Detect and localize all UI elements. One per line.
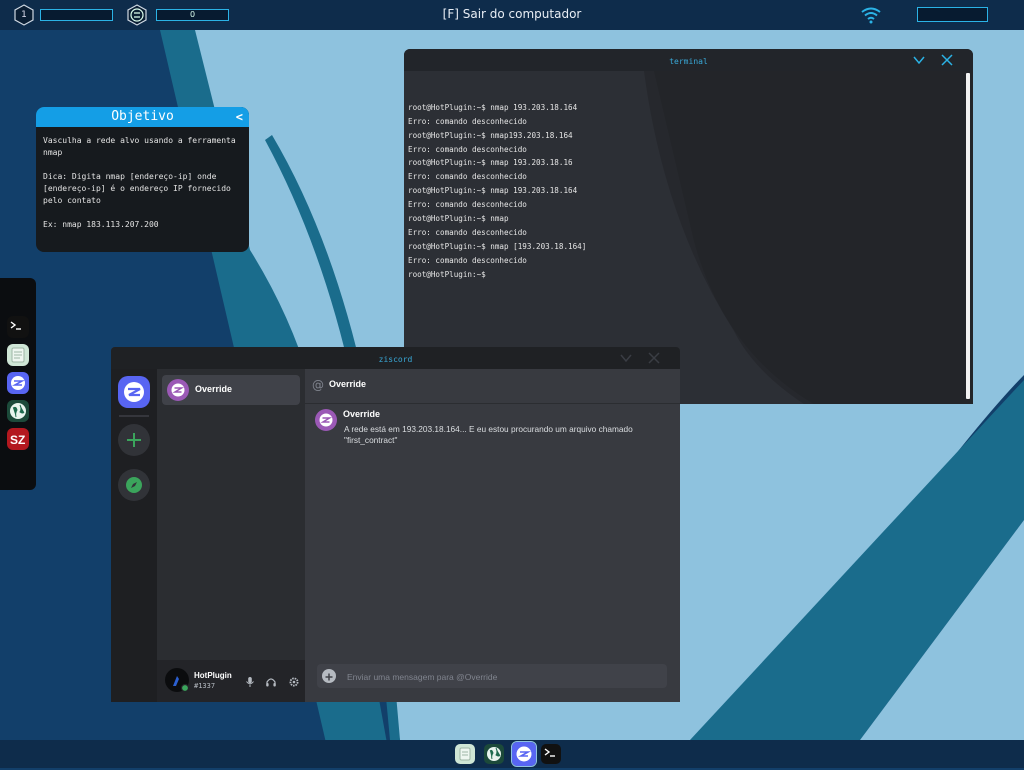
override-avatar (167, 379, 189, 401)
close-icon[interactable] (646, 350, 662, 366)
chat-header: @ Override (305, 369, 680, 404)
server-divider (119, 415, 149, 417)
terminal-line: Erro: comando desconhecido (408, 227, 527, 237)
left-app-dock: SZ (0, 278, 36, 490)
username: HotPlugin (194, 671, 232, 680)
terminal-line: root@HotPlugin:~$ nmap193.203.18.164 (408, 130, 573, 140)
ziscord-titlebar[interactable]: ziscord (111, 347, 680, 369)
at-sign-icon: @ (312, 378, 324, 392)
objective-paragraph: Vasculha a rede alvo usando a ferramenta… (43, 136, 236, 157)
headphones-icon[interactable] (265, 676, 277, 688)
clock-display (917, 7, 988, 22)
ziscord-title: ziscord (378, 355, 413, 364)
terminal-line: root@HotPlugin:~$ nmap 193.203.18.16 (408, 158, 573, 168)
ziscord-window[interactable]: ziscord Override HotPlugin #1337 @ Overr… (111, 347, 680, 702)
add-server-icon[interactable] (118, 424, 150, 456)
terminal-line: root@HotPlugin:~$ (408, 269, 486, 279)
terminal-line: root@HotPlugin:~$ nmap (408, 214, 509, 224)
terminal-line: root@HotPlugin:~$ nmap 193.203.18.164 (408, 186, 578, 196)
close-icon[interactable] (939, 52, 955, 68)
terminal-line: root@HotPlugin:~$ nmap [193.203.18.164] (408, 241, 587, 251)
objective-example: Ex: nmap 183.113.207.200 (43, 220, 159, 229)
override-avatar[interactable] (315, 409, 337, 431)
objective-hint: Dica: Digita nmap [endereço-ip] onde [en… (43, 172, 231, 205)
microphone-icon[interactable] (244, 676, 256, 688)
terminal-line: Erro: comando desconhecido (408, 172, 527, 182)
minimize-chevron-icon[interactable] (911, 52, 927, 68)
browser-globe-icon[interactable] (7, 400, 29, 422)
wifi-icon[interactable] (860, 6, 882, 24)
gear-icon[interactable] (288, 676, 300, 688)
message-author[interactable]: Override (343, 409, 380, 419)
dm-item-override[interactable]: Override (162, 375, 300, 405)
ziscord-icon[interactable] (7, 372, 29, 394)
terminal-line: Erro: comando desconhecido (408, 200, 527, 210)
chat-header-name: Override (329, 379, 367, 389)
attach-plus-icon[interactable] (322, 669, 336, 683)
browser-globe-icon[interactable] (484, 744, 504, 764)
terminal-icon[interactable] (7, 316, 29, 338)
message-composer (317, 664, 667, 688)
collapse-objective-button[interactable]: < (236, 107, 243, 127)
terminal-title: terminal (669, 57, 708, 66)
user-panel: HotPlugin #1337 (157, 660, 305, 702)
top-status-bar: 1 0 [F] Sair do computador (0, 0, 1024, 30)
terminal-line: root@HotPlugin:~$ nmap 193.203.18.164 (408, 102, 578, 112)
terminal-line: Erro: comando desconhecido (408, 116, 527, 126)
terminal-scrollbar[interactable] (966, 73, 970, 399)
terminal-icon[interactable] (541, 744, 561, 764)
dm-item-label: Override (195, 384, 233, 394)
terminal-titlebar[interactable]: terminal (404, 49, 973, 71)
chat-area: @ Override Override A rede está em 193.2… (305, 369, 680, 702)
explore-compass-icon[interactable] (118, 469, 150, 501)
user-avatar[interactable] (165, 668, 190, 693)
server-list (111, 369, 157, 702)
message-input[interactable] (345, 667, 659, 687)
home-ziscord-icon[interactable] (118, 376, 150, 408)
objective-panel: Objetivo < Vasculha a rede alvo usando a… (36, 107, 249, 252)
dm-list: Override HotPlugin #1337 (157, 369, 305, 702)
notes-icon[interactable] (7, 344, 29, 366)
taskbar (0, 740, 1024, 768)
exit-computer-button[interactable]: [F] Sair do computador (443, 7, 582, 21)
objective-header: Objetivo < (36, 107, 249, 127)
objective-title: Objetivo (111, 109, 174, 124)
svg-text:SZ: SZ (10, 433, 25, 447)
minimize-chevron-icon[interactable] (618, 350, 634, 366)
message-text: A rede está em 193.203.18.164... E eu es… (344, 424, 633, 445)
terminal-line: Erro: comando desconhecido (408, 144, 527, 154)
user-tag: #1337 (194, 682, 216, 690)
ziscord-icon[interactable] (511, 741, 537, 767)
sz-app-icon[interactable]: SZ (7, 428, 29, 450)
objective-body: Vasculha a rede alvo usando a ferramenta… (36, 127, 249, 251)
terminal-line: Erro: comando desconhecido (408, 255, 527, 265)
notes-icon[interactable] (455, 744, 475, 764)
